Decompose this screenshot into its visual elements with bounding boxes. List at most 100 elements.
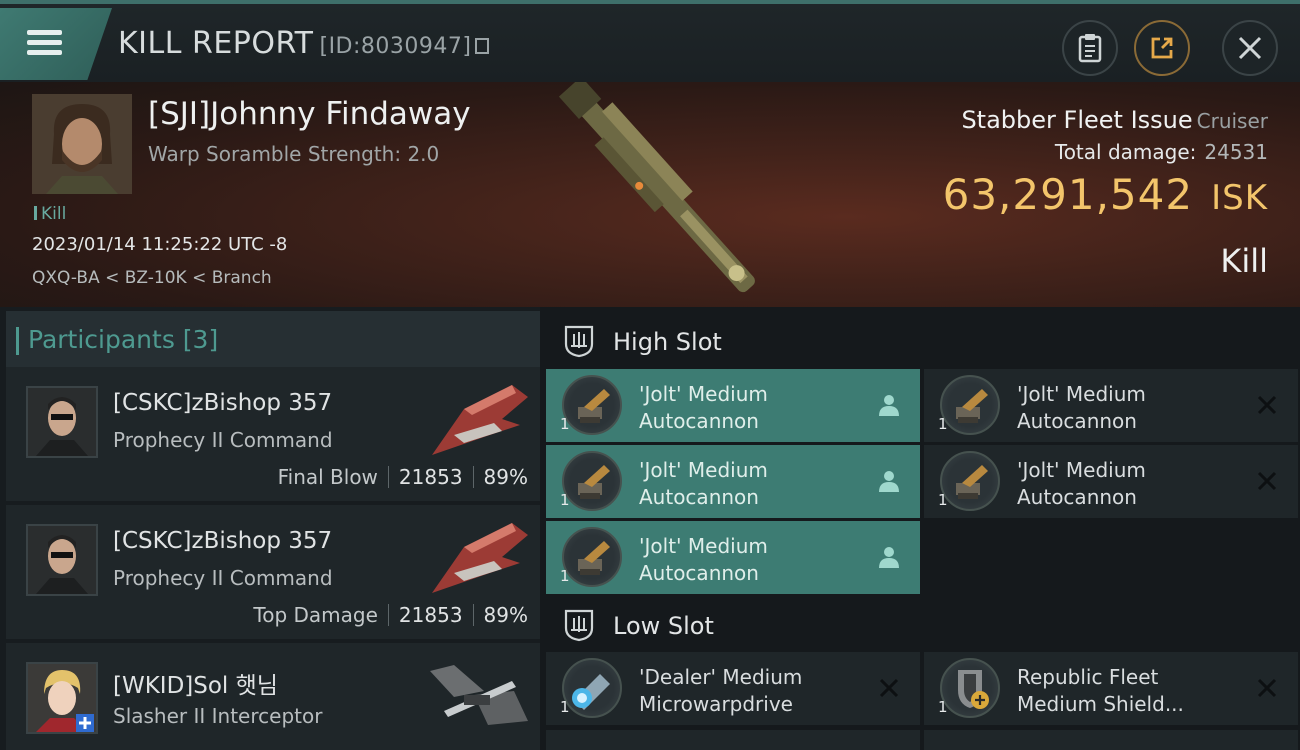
participant-ship-image — [430, 665, 528, 725]
low-slot-title: Low Slot — [613, 612, 714, 640]
high-slot-header: High Slot — [546, 311, 1298, 371]
participant-name: [CSKC]zBishop 357 — [113, 390, 333, 416]
module-quantity: 1 — [560, 491, 570, 509]
autocannon-icon — [562, 527, 622, 587]
total-damage-value: 24531 — [1204, 140, 1268, 164]
participant-name: [WKID]Sol 햇님 — [113, 673, 278, 699]
microwarpdrive-icon — [562, 658, 622, 718]
warp-strength: Warp Soramble Strength: 2.0 — [148, 142, 440, 166]
module-name-line1: 'Jolt' Medium — [639, 382, 768, 406]
participant-ship: Prophecy II Command — [113, 566, 333, 590]
kill-tag: Kill — [34, 204, 66, 224]
module-name: 'Jolt' Medium Autocannon — [639, 457, 869, 511]
module-slot[interactable]: 1 'Dealer' Medium Microwarpdrive — [546, 652, 920, 725]
module-name-line1: 'Jolt' Medium — [1017, 382, 1146, 406]
clipboard-icon — [1078, 34, 1102, 63]
divider — [472, 466, 474, 488]
ship-name-text: Stabber Fleet Issue — [961, 106, 1193, 134]
participant-role: Top Damage — [253, 603, 378, 627]
victim-panel: [SJI]Johnny Findaway Warp Soramble Stren… — [0, 82, 1300, 307]
module-name-line1: 'Dealer' Medium — [639, 665, 803, 689]
module-name: 'Dealer' Medium Microwarpdrive — [639, 664, 869, 718]
kill-datetime: 2023/01/14 11:25:22 UTC -8 — [32, 234, 288, 255]
victim-name[interactable]: [SJI]Johnny Findaway — [148, 96, 471, 132]
victim-ship-image[interactable] — [540, 82, 780, 307]
participant-stats: Top Damage 21853 89% — [253, 603, 528, 627]
module-quantity: 1 — [938, 491, 948, 509]
participant-row[interactable]: [CSKC]zBishop 357 Prophecy II Command Fi… — [6, 367, 540, 501]
module-slot[interactable]: 1 'Jolt' Medium Autocannon — [546, 521, 920, 594]
module-quantity: 1 — [560, 567, 570, 585]
divider — [472, 604, 474, 626]
module-name-line2: Autocannon — [1017, 485, 1137, 509]
clipboard-button[interactable] — [1062, 20, 1118, 76]
autocannon-icon — [562, 375, 622, 435]
avatar — [26, 662, 98, 734]
participant-row[interactable]: [CSKC]zBishop 357 Prophecy II Command To… — [6, 505, 540, 639]
module-slot-partial[interactable] — [546, 730, 920, 750]
participants-header: Participants [3] — [6, 311, 540, 369]
module-slot[interactable]: 1 'Jolt' Medium Autocannon — [546, 445, 920, 518]
person-icon — [879, 547, 899, 568]
module-name-line2: Autocannon — [639, 561, 759, 585]
isk-value: 63,291,542 ISK — [943, 170, 1268, 219]
module-slot[interactable]: 1 Republic Fleet Medium Shield... — [924, 652, 1298, 725]
report-id: [ID:8030947] — [319, 34, 472, 59]
page-title: KILL REPORT [ID:8030947] — [118, 26, 490, 61]
module-quantity: 1 — [560, 415, 570, 433]
isk-amount: 63,291,542 — [942, 170, 1194, 219]
module-name-line1: 'Jolt' Medium — [1017, 458, 1146, 482]
total-damage-label: Total damage: — [1054, 140, 1197, 164]
module-name-line1: 'Jolt' Medium — [639, 458, 768, 482]
participant-ship-image — [432, 385, 528, 455]
person-icon — [879, 395, 899, 416]
high-slot-title: High Slot — [613, 328, 722, 356]
person-icon — [879, 471, 899, 492]
participant-name: [CSKC]zBishop 357 — [113, 528, 333, 554]
high-slot-icon — [564, 325, 594, 358]
module-quantity: 1 — [938, 698, 948, 716]
module-slot[interactable]: 1 'Jolt' Medium Autocannon — [924, 369, 1298, 442]
module-slot[interactable]: 1 'Jolt' Medium Autocannon — [546, 369, 920, 442]
share-button[interactable] — [1134, 20, 1190, 76]
autocannon-icon — [562, 451, 622, 511]
module-name-line2: Autocannon — [1017, 409, 1137, 433]
participants-panel: Participants [3] [CSKC]zBishop 357 Proph… — [0, 307, 540, 750]
module-name-line2: Microwarpdrive — [639, 692, 793, 716]
module-name-line1: Republic Fleet — [1017, 665, 1159, 689]
module-name: 'Jolt' Medium Autocannon — [1017, 457, 1247, 511]
total-damage: Total damage: 24531 — [1055, 140, 1268, 164]
module-name-line1: 'Jolt' Medium — [639, 534, 768, 558]
kill-location[interactable]: QXQ-BA < BZ-10K < Branch — [32, 268, 272, 288]
participant-ship: Prophecy II Command — [113, 428, 333, 452]
low-slot-header: Low Slot — [546, 595, 1298, 655]
module-slot-partial[interactable] — [924, 730, 1298, 750]
victim-ship-name[interactable]: Stabber Fleet Issue Cruiser — [961, 106, 1268, 134]
avatar — [26, 524, 98, 596]
share-icon — [1151, 37, 1173, 59]
module-name-line2: Autocannon — [639, 409, 759, 433]
autocannon-icon — [940, 451, 1000, 511]
participant-ship: Slasher II Interceptor — [113, 704, 323, 728]
menu-button[interactable] — [0, 8, 112, 80]
module-slot[interactable]: 1 'Jolt' Medium Autocannon — [924, 445, 1298, 518]
module-name: 'Jolt' Medium Autocannon — [639, 533, 869, 587]
participant-row[interactable]: [WKID]Sol 햇님 Slasher II Interceptor — [6, 643, 540, 750]
destroyed-x-icon — [1257, 678, 1277, 698]
pilot-avatar — [32, 94, 132, 194]
divider — [387, 466, 389, 488]
close-icon — [1238, 36, 1262, 60]
victim-portrait[interactable] — [32, 94, 132, 194]
destroyed-x-icon — [1257, 471, 1277, 491]
close-button[interactable] — [1222, 20, 1278, 76]
destroyed-x-icon — [1257, 395, 1277, 415]
participant-ship-image — [432, 523, 528, 593]
module-name-line2: Medium Shield... — [1017, 692, 1184, 716]
module-quantity: 1 — [560, 698, 570, 716]
shield-extender-icon — [940, 658, 1000, 718]
module-name: 'Jolt' Medium Autocannon — [639, 381, 869, 435]
isk-unit: ISK — [1211, 178, 1268, 218]
avatar — [26, 386, 98, 458]
top-bar: KILL REPORT [ID:8030947] — [0, 0, 1300, 82]
copy-icon[interactable] — [475, 38, 490, 54]
